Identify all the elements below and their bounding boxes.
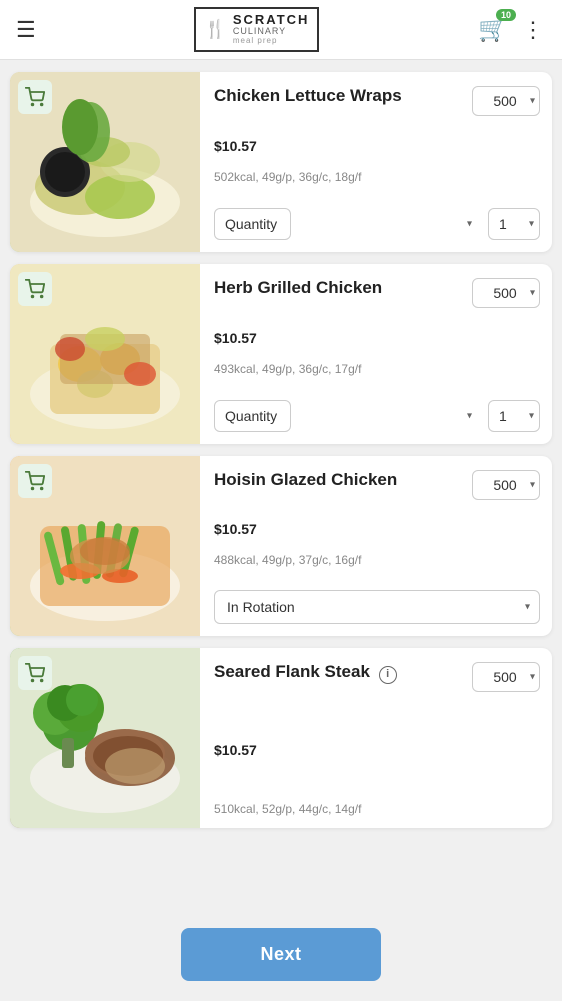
qty-number-wrapper-clw: 12345 (488, 208, 540, 240)
meal-card-hozc: Hoisin Glazed Chicken 5007501000 $10.57 … (10, 456, 552, 636)
cart-badge: 10 (496, 9, 516, 21)
meal-image-wrapper-hgc (10, 264, 200, 444)
meal-bottom-row-clw: Quantity123 12345 (214, 208, 540, 240)
logo-scratch: SCRATCH (233, 13, 310, 27)
portion-wrapper-clw: 5007501000 (472, 86, 540, 116)
meal-top-row-hozc: Hoisin Glazed Chicken 5007501000 (214, 470, 540, 500)
meal-image-wrapper-clw (10, 72, 200, 252)
add-to-cart-sfs[interactable] (18, 656, 52, 690)
portion-wrapper-hozc: 5007501000 (472, 470, 540, 500)
logo-text: SCRATCH CULINARY meal prep (233, 13, 310, 46)
meal-image-wrapper-hozc (10, 456, 200, 636)
header-right: 🛒 10 ⋮ (478, 15, 546, 44)
portion-select-hozc[interactable]: 5007501000 (472, 470, 540, 500)
meal-card-sfs: Seared Flank Steak i 5007501000 $10.57 5… (10, 648, 552, 828)
meal-name-hozc: Hoisin Glazed Chicken (214, 470, 464, 490)
meal-bottom-row-hgc: Quantity123 123 (214, 400, 540, 432)
in-rotation-wrapper-hozc: In RotationQuantity (214, 590, 540, 624)
meal-card-clw: Chicken Lettuce Wraps 5007501000 $10.57 … (10, 72, 552, 252)
cart-button[interactable]: 🛒 10 (478, 15, 508, 44)
add-to-cart-hgc[interactable] (18, 272, 52, 306)
meal-card-hgc: Herb Grilled Chicken 5007501000 $10.57 4… (10, 264, 552, 444)
add-to-cart-clw[interactable] (18, 80, 52, 114)
logo-icon: 🍴 (204, 19, 226, 40)
meal-list: Chicken Lettuce Wraps 5007501000 $10.57 … (0, 60, 562, 928)
portion-select-hgc[interactable]: 5007501000 (472, 278, 540, 308)
quantity-select-clw[interactable]: Quantity123 (214, 208, 291, 240)
meal-price-hgc: $10.57 (214, 330, 540, 346)
bottom-bar: Next (0, 914, 562, 1001)
portion-select-clw[interactable]: 5007501000 (472, 86, 540, 116)
portion-select-sfs[interactable]: 5007501000 (472, 662, 540, 692)
meal-bottom-row-hozc: In RotationQuantity (214, 590, 540, 624)
meal-details-hgc: Herb Grilled Chicken 5007501000 $10.57 4… (200, 264, 552, 444)
logo-sub: meal prep (233, 37, 310, 46)
meal-macros-hozc: 488kcal, 49g/p, 37g/c, 16g/f (214, 553, 540, 567)
quantity-wrapper-clw: Quantity123 (214, 208, 480, 240)
qty-number-select-hgc[interactable]: 123 (488, 400, 540, 432)
meal-price-sfs: $10.57 (214, 742, 540, 758)
header: ☰ 🍴 SCRATCH CULINARY meal prep 🛒 10 ⋮ (0, 0, 562, 60)
meal-name-sfs: Seared Flank Steak i (214, 662, 464, 684)
more-menu-icon[interactable]: ⋮ (522, 17, 546, 43)
logo: 🍴 SCRATCH CULINARY meal prep (194, 7, 319, 52)
next-button[interactable]: Next (181, 928, 381, 981)
meal-name-clw: Chicken Lettuce Wraps (214, 86, 464, 106)
quantity-wrapper-hgc: Quantity123 (214, 400, 480, 432)
qty-number-select-clw[interactable]: 12345 (488, 208, 540, 240)
meal-macros-hgc: 493kcal, 49g/p, 36g/c, 17g/f (214, 362, 540, 376)
meal-details-sfs: Seared Flank Steak i 5007501000 $10.57 5… (200, 648, 552, 828)
meal-macros-clw: 502kcal, 49g/p, 36g/c, 18g/f (214, 170, 540, 184)
meal-details-clw: Chicken Lettuce Wraps 5007501000 $10.57 … (200, 72, 552, 252)
portion-wrapper-sfs: 5007501000 (472, 662, 540, 692)
menu-icon[interactable]: ☰ (16, 17, 36, 43)
meal-name-hgc: Herb Grilled Chicken (214, 278, 464, 298)
meal-macros-sfs: 510kcal, 52g/p, 44g/c, 14g/f (214, 802, 540, 816)
meal-details-hozc: Hoisin Glazed Chicken 5007501000 $10.57 … (200, 456, 552, 636)
meal-price-hozc: $10.57 (214, 521, 540, 537)
meal-price-clw: $10.57 (214, 138, 540, 154)
add-to-cart-hozc[interactable] (18, 464, 52, 498)
quantity-select-hgc[interactable]: Quantity123 (214, 400, 291, 432)
info-icon-sfs[interactable]: i (379, 666, 397, 684)
meal-top-row-sfs: Seared Flank Steak i 5007501000 (214, 662, 540, 692)
meal-top-row-clw: Chicken Lettuce Wraps 5007501000 (214, 86, 540, 116)
meal-image-wrapper-sfs (10, 648, 200, 828)
meal-top-row-hgc: Herb Grilled Chicken 5007501000 (214, 278, 540, 308)
portion-wrapper-hgc: 5007501000 (472, 278, 540, 308)
in-rotation-select-hozc[interactable]: In RotationQuantity (214, 590, 540, 624)
qty-number-wrapper-hgc: 123 (488, 400, 540, 432)
